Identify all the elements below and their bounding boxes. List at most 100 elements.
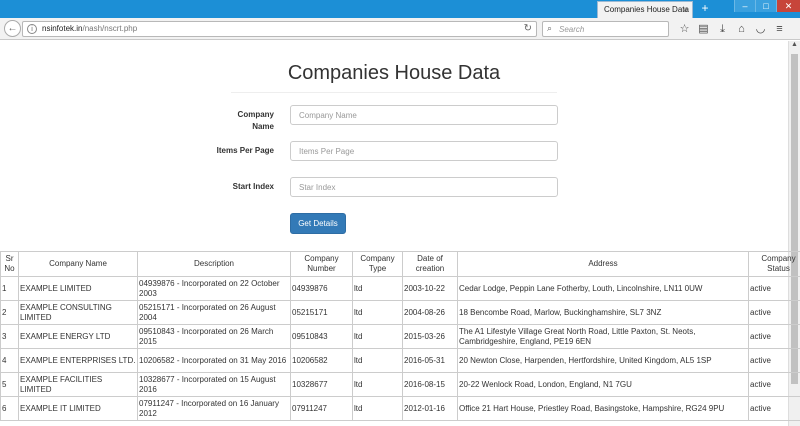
title-divider	[231, 92, 557, 93]
back-arrow-icon[interactable]: ←	[4, 20, 21, 37]
search-icon: ⌕	[547, 23, 553, 33]
cell-address: The A1 Lifestyle Village Great North Roa…	[457, 324, 749, 349]
start-index-input[interactable]	[290, 177, 558, 197]
items-per-page-label: Items Per Page	[216, 146, 274, 155]
window-close-icon[interactable]: ✕	[776, 0, 800, 12]
cell-company-status: active	[748, 372, 800, 397]
cell-date-of-creation: 2016-05-31	[402, 348, 458, 373]
cell-description: 10328677 - Incorporated on 15 August 201…	[137, 372, 291, 397]
table-row: 4 EXAMPLE ENTERPRISES LTD. 10206582 - In…	[0, 348, 800, 373]
table-row: 3 EXAMPLE ENERGY LTD 09510843 - Incorpor…	[0, 324, 800, 349]
scroll-up-icon[interactable]: ▲	[789, 41, 800, 52]
cell-address: Cedar Lodge, Peppin Lane Fotherby, Louth…	[457, 276, 749, 301]
cell-company-name: EXAMPLE ENERGY LTD	[18, 324, 138, 349]
cell-company-number: 04939876	[290, 276, 353, 301]
cell-company-status: active	[748, 276, 800, 301]
menu-icon[interactable]: ≡	[770, 22, 789, 36]
new-tab-button[interactable]: +	[698, 1, 712, 15]
tab-title: Companies House Data	[604, 5, 689, 14]
company-name-input[interactable]	[290, 105, 558, 125]
cell-company-status: active	[748, 324, 800, 349]
info-icon[interactable]: i	[27, 24, 37, 34]
table-row: 1 EXAMPLE LIMITED 04939876 - Incorporate…	[0, 276, 800, 301]
pocket-icon[interactable]: ◡	[751, 22, 770, 36]
cell-company-type: ltd	[352, 300, 403, 325]
cell-date-of-creation: 2016-08-15	[402, 372, 458, 397]
bookmark-star-icon[interactable]: ☆	[675, 22, 694, 36]
cell-company-status: active	[748, 396, 800, 421]
reload-icon[interactable]: ↻	[524, 23, 532, 34]
cell-sr-no: 3	[0, 324, 19, 349]
table-row: 5 EXAMPLE FACILITIES LIMITED 10328677 - …	[0, 372, 800, 397]
cell-company-type: ltd	[352, 348, 403, 373]
reading-list-icon[interactable]: ▤	[694, 22, 713, 36]
header-company-type: Company Type	[352, 251, 403, 277]
cell-address: 20-22 Wenlock Road, London, England, N1 …	[457, 372, 749, 397]
items-per-page-input[interactable]	[290, 141, 558, 161]
cell-sr-no: 5	[0, 372, 19, 397]
cell-description: 09510843 - Incorporated on 26 March 2015	[137, 324, 291, 349]
cell-date-of-creation: 2012-01-16	[402, 396, 458, 421]
download-icon[interactable]: ⤓	[713, 22, 732, 36]
cell-company-number: 10328677	[290, 372, 353, 397]
start-index-label: Start Index	[232, 182, 274, 191]
get-details-button[interactable]: Get Details	[290, 213, 346, 234]
window-controls: – □ ✕	[734, 0, 800, 12]
cell-company-name: EXAMPLE IT LIMITED	[18, 396, 138, 421]
header-description: Description	[137, 251, 291, 277]
header-sr-no: Sr No	[0, 251, 19, 277]
cell-company-status: active	[748, 300, 800, 325]
maximize-icon[interactable]: □	[755, 0, 776, 12]
search-placeholder: Search	[559, 25, 585, 34]
close-icon[interactable]: ×	[683, 5, 688, 15]
cell-sr-no: 2	[0, 300, 19, 325]
header-company-number: Company Number	[290, 251, 353, 277]
cell-company-type: ltd	[352, 324, 403, 349]
cell-company-number: 05215171	[290, 300, 353, 325]
url-text: nsinfotek.in/nash/nscrt.php	[42, 24, 137, 33]
cell-address: Office 21 Hart House, Priestley Road, Ba…	[457, 396, 749, 421]
cell-company-number: 07911247	[290, 396, 353, 421]
cell-company-type: ltd	[352, 276, 403, 301]
cell-company-name: EXAMPLE FACILITIES LIMITED	[18, 372, 138, 397]
header-date-of-creation: Date of creation	[402, 251, 458, 277]
cell-sr-no: 1	[0, 276, 19, 301]
cell-description: 05215171 - Incorporated on 26 August 200…	[137, 300, 291, 325]
browser-search-bar[interactable]: ⌕ Search	[542, 21, 669, 37]
cell-sr-no: 6	[0, 396, 19, 421]
header-company-status: Company Status	[748, 251, 800, 277]
cell-company-name: EXAMPLE ENTERPRISES LTD.	[18, 348, 138, 373]
cell-description: 04939876 - Incorporated on 22 October 20…	[137, 276, 291, 301]
cell-company-name: EXAMPLE CONSULTING LIMITED	[18, 300, 138, 325]
cell-description: 10206582 - Incorporated on 31 May 2016	[137, 348, 291, 373]
companies-table: Sr No Company Name Description Company N…	[0, 251, 800, 421]
header-address: Address	[457, 251, 749, 277]
page-title: Companies House Data	[287, 62, 501, 84]
cell-description: 07911247 - Incorporated on 16 January 20…	[137, 396, 291, 421]
cell-company-type: ltd	[352, 396, 403, 421]
table-header-row: Sr No Company Name Description Company N…	[0, 251, 800, 277]
url-domain: nsinfotek.in	[42, 24, 83, 33]
tab-companies-house[interactable]: Companies House Data ×	[597, 1, 693, 18]
home-icon[interactable]: ⌂	[732, 22, 751, 36]
cell-sr-no: 4	[0, 348, 19, 373]
url-bar[interactable]: i nsinfotek.in/nash/nscrt.php ↻	[22, 21, 537, 37]
url-path: /nash/nscrt.php	[82, 24, 138, 33]
table-row: 2 EXAMPLE CONSULTING LIMITED 05215171 - …	[0, 300, 800, 325]
browser-titlebar: Companies House Data × + – □ ✕	[0, 0, 800, 18]
cell-address: 20 Newton Close, Harpenden, Hertfordshir…	[457, 348, 749, 373]
cell-address: 18 Bencombe Road, Marlow, Buckinghamshir…	[457, 300, 749, 325]
browser-navbar: ← i nsinfotek.in/nash/nscrt.php ↻ ⌕ Sear…	[0, 18, 800, 40]
cell-company-status: active	[748, 348, 800, 373]
cell-date-of-creation: 2003-10-22	[402, 276, 458, 301]
cell-company-number: 10206582	[290, 348, 353, 373]
company-name-label: Company Name	[237, 110, 274, 131]
minimize-icon[interactable]: –	[734, 0, 755, 12]
cell-company-number: 09510843	[290, 324, 353, 349]
cell-company-type: ltd	[352, 372, 403, 397]
header-company-name: Company Name	[18, 251, 138, 277]
cell-date-of-creation: 2015-03-26	[402, 324, 458, 349]
table-row: 6 EXAMPLE IT LIMITED 07911247 - Incorpor…	[0, 396, 800, 421]
cell-company-name: EXAMPLE LIMITED	[18, 276, 138, 301]
cell-date-of-creation: 2004-08-26	[402, 300, 458, 325]
